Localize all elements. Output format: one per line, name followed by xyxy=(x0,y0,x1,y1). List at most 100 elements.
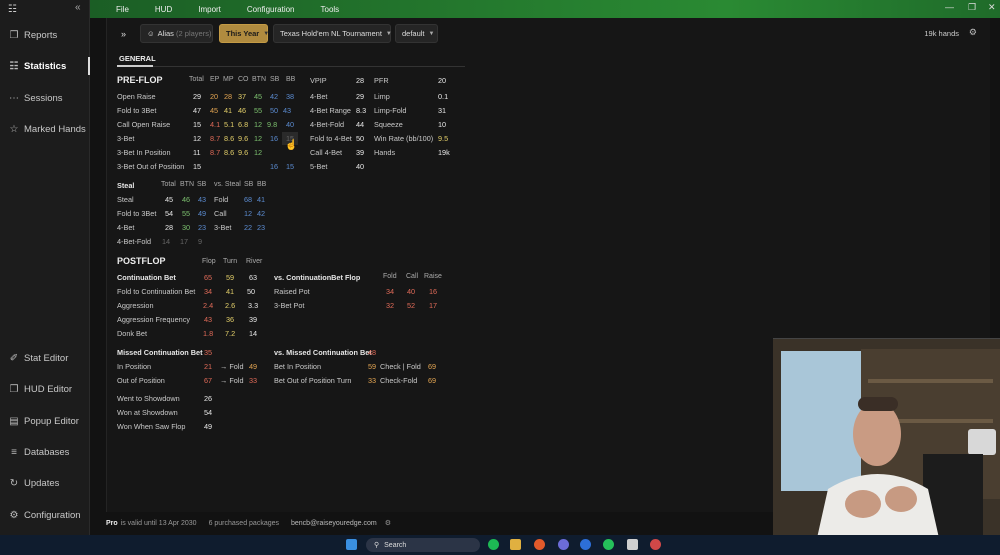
stat-value[interactable]: 20 xyxy=(210,92,218,101)
stat-value[interactable]: 28 xyxy=(165,223,173,232)
stat-value[interactable]: 8.7 xyxy=(210,148,220,157)
stat-value[interactable]: 16 xyxy=(429,287,437,296)
stat-value[interactable]: 10 xyxy=(438,120,446,129)
stat-value[interactable]: 15 xyxy=(193,120,201,129)
stat-value[interactable]: 14 xyxy=(162,237,170,246)
sidebar-item-sessions[interactable]: ⋯ Sessions xyxy=(0,87,90,109)
stat-value[interactable]: 42 xyxy=(270,92,278,101)
stat-value[interactable]: 9.6 xyxy=(238,148,248,157)
stat-value[interactable]: 28 xyxy=(224,92,232,101)
alias-selector[interactable]: ☺ Alias (2 players) xyxy=(140,24,213,43)
stat-value[interactable]: 8.6 xyxy=(224,134,234,143)
stat-value[interactable]: 7.2 xyxy=(225,329,235,338)
expand-filters-icon[interactable]: » xyxy=(115,24,132,43)
stat-value[interactable]: 38 xyxy=(286,92,294,101)
tab-general[interactable]: GENERAL xyxy=(119,54,156,63)
stat-value[interactable]: 47 xyxy=(193,106,201,115)
stat-value[interactable]: 34 xyxy=(204,287,212,296)
stat-value[interactable]: 6.8 xyxy=(238,120,248,129)
stat-value[interactable]: 45 xyxy=(165,195,173,204)
stat-value[interactable]: 55 xyxy=(254,106,262,115)
stat-value[interactable]: 50 xyxy=(270,106,278,115)
stat-value[interactable]: 12 xyxy=(254,120,262,129)
sidebar-item-databases[interactable]: ≡ Databases xyxy=(0,441,90,463)
stat-value[interactable]: 41 xyxy=(226,287,234,296)
stat-value[interactable]: 8.3 xyxy=(356,106,366,115)
collapse-sidebar-icon[interactable]: « xyxy=(75,2,81,13)
stat-value[interactable]: 30 xyxy=(182,223,190,232)
stat-value[interactable]: 31 xyxy=(438,106,446,115)
sidebar-item-configuration[interactable]: ⚙ Configuration xyxy=(0,504,90,526)
stat-value[interactable]: 41 xyxy=(224,106,232,115)
stat-value[interactable]: 29 xyxy=(356,92,364,101)
stat-value[interactable]: 21 xyxy=(204,362,212,371)
stat-value[interactable]: 1.8 xyxy=(203,329,213,338)
menu-import[interactable]: Import xyxy=(198,5,221,14)
stat-value[interactable]: 11 xyxy=(193,148,201,157)
whatsapp-icon[interactable] xyxy=(603,539,614,550)
folder-icon[interactable] xyxy=(510,539,521,550)
menu-file[interactable]: File xyxy=(116,5,129,14)
stat-value[interactable]: 50 xyxy=(356,134,364,143)
stat-value[interactable]: 50 xyxy=(247,287,255,296)
spotify-icon[interactable] xyxy=(488,539,499,550)
stat-value[interactable]: 8.7 xyxy=(210,134,220,143)
stat-value[interactable]: 39 xyxy=(249,315,257,324)
stat-value[interactable]: 12 xyxy=(254,134,262,143)
sidebar-item-updates[interactable]: ↻ Updates xyxy=(0,472,90,494)
stat-value[interactable]: 55 xyxy=(182,209,190,218)
menu-configuration[interactable]: Configuration xyxy=(247,5,295,14)
gear-icon[interactable]: ⚙ xyxy=(385,519,391,527)
restore-icon[interactable]: ❐ xyxy=(968,2,976,13)
stat-value[interactable]: 35 xyxy=(204,348,212,357)
stat-value[interactable]: 43 xyxy=(283,106,291,115)
stat-value[interactable]: 65 xyxy=(204,273,212,282)
stat-value[interactable]: 22 xyxy=(244,223,252,232)
sidebar-item-reports[interactable]: ❐ Reports xyxy=(0,24,90,46)
stat-value[interactable]: 23 xyxy=(257,223,265,232)
stat-value[interactable]: 49 xyxy=(249,362,257,371)
stat-value[interactable]: 2.6 xyxy=(225,301,235,310)
stat-value[interactable]: 15 xyxy=(286,162,294,171)
stat-value[interactable]: 26 xyxy=(204,394,212,403)
menu-tools[interactable]: Tools xyxy=(321,5,340,14)
stat-value[interactable]: 0.1 xyxy=(438,92,448,101)
stat-value[interactable]: 12 xyxy=(193,134,201,143)
menu-hud[interactable]: HUD xyxy=(155,5,172,14)
sidebar-item-statistics[interactable]: ☷ Statistics xyxy=(0,55,90,77)
sidebar-item-popup-editor[interactable]: ▤ Popup Editor xyxy=(0,410,90,432)
stat-value[interactable]: 40 xyxy=(356,162,364,171)
stat-value[interactable]: 37 xyxy=(238,92,246,101)
stat-value[interactable]: 34 xyxy=(386,287,394,296)
stat-value[interactable]: 54 xyxy=(165,209,173,218)
preset-dropdown[interactable]: default ▼ xyxy=(395,24,438,43)
stat-value[interactable]: 69 xyxy=(428,362,436,371)
stat-value[interactable]: 17 xyxy=(429,301,437,310)
sidebar-item-marked-hands[interactable]: ☆ Marked Hands xyxy=(0,118,90,140)
stat-value[interactable]: 5.1 xyxy=(224,120,234,129)
stat-value[interactable]: 63 xyxy=(249,273,257,282)
stat-value[interactable]: 45 xyxy=(254,92,262,101)
stat-value[interactable]: 46 xyxy=(182,195,190,204)
date-filter-dropdown[interactable]: This Year ▼ xyxy=(219,24,269,43)
app-icon[interactable] xyxy=(650,539,661,550)
stat-value[interactable]: 49 xyxy=(198,209,206,218)
stat-value[interactable]: 9.5 xyxy=(438,134,448,143)
stat-value[interactable]: 4.1 xyxy=(210,120,220,129)
stat-value[interactable]: 46 xyxy=(238,106,246,115)
close-icon[interactable]: ✕ xyxy=(988,2,996,13)
windows-start-icon[interactable] xyxy=(346,539,357,550)
stat-value[interactable]: 52 xyxy=(407,301,415,310)
stat-value[interactable]: 54 xyxy=(204,408,212,417)
account-email[interactable]: bencb@raiseyouredge.com xyxy=(291,520,377,527)
stat-value[interactable]: 16 xyxy=(270,162,278,171)
stat-value[interactable]: 15 xyxy=(193,162,201,171)
stat-value[interactable]: 59 xyxy=(226,273,234,282)
taskbar-search[interactable]: ⚲ Search xyxy=(366,538,480,552)
stat-value[interactable]: 28 xyxy=(356,76,364,85)
stat-value[interactable]: 40 xyxy=(286,120,294,129)
stat-value[interactable]: 59 xyxy=(368,362,376,371)
purchased-packages[interactable]: 6 purchased packages xyxy=(209,520,279,527)
stat-value[interactable]: 20 xyxy=(438,76,446,85)
stat-value[interactable]: 41 xyxy=(257,195,265,204)
